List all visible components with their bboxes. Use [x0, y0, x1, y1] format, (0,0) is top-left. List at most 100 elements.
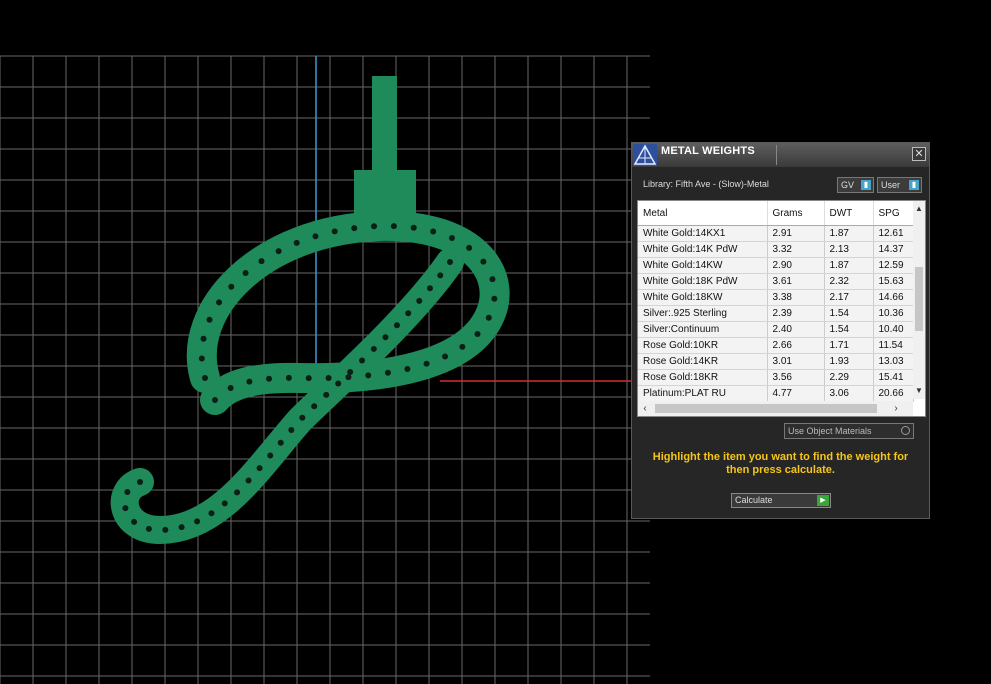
close-icon[interactable]: ✕ — [912, 147, 926, 161]
column-header[interactable]: Grams — [767, 201, 825, 226]
table-row[interactable]: Rose Gold:14KR 3.01 1.93 13.03 — [638, 353, 914, 370]
scroll-up-icon[interactable]: ▲ — [913, 203, 925, 215]
setting-dot — [384, 369, 391, 376]
setting-dot — [234, 489, 241, 496]
play-arrow-icon: ▶ — [817, 495, 829, 506]
table-cell: 14.37 — [873, 241, 914, 258]
setting-dot — [442, 353, 449, 360]
scroll-left-icon[interactable]: ‹ — [638, 401, 652, 416]
table-cell: 1.87 — [824, 225, 874, 242]
table-cell: 14.66 — [873, 289, 914, 306]
table-cell: 2.29 — [824, 369, 874, 386]
table-row[interactable]: White Gold:14KW 2.90 1.87 12.59 — [638, 257, 914, 274]
scroll-thumb[interactable] — [655, 404, 877, 413]
panel-title: METAL WEIGHTS — [661, 145, 755, 157]
user-dropdown[interactable]: User ▮ — [877, 177, 922, 193]
gv-dropdown[interactable]: GV ▮ — [837, 177, 874, 193]
setting-dot — [258, 258, 265, 265]
vertical-scrollbar[interactable]: ▲ ▼ — [913, 201, 925, 399]
pendant-bail-base — [354, 170, 416, 215]
table-cell: 2.13 — [824, 241, 874, 258]
setting-dot — [137, 479, 143, 485]
table-row[interactable]: Rose Gold:10KR 2.66 1.71 11.54 — [638, 337, 914, 354]
table-cell: 2.32 — [824, 273, 874, 290]
app-logo-icon — [633, 144, 657, 166]
table-row[interactable]: Silver:.925 Sterling 2.39 1.54 10.36 — [638, 305, 914, 322]
table-cell: 15.41 — [873, 369, 914, 386]
title-bar[interactable]: METAL WEIGHTS ✕ — [632, 143, 929, 167]
table-row[interactable]: White Gold:18K PdW 3.61 2.32 15.63 — [638, 273, 914, 290]
calculate-button[interactable]: Calculate ▶ — [731, 493, 831, 508]
setting-dot — [423, 360, 430, 367]
table-cell: 1.93 — [824, 353, 874, 370]
table-cell: Silver:Continuum — [638, 321, 768, 338]
setting-dot — [212, 397, 218, 403]
scroll-right-icon[interactable]: › — [889, 401, 903, 416]
setting-dot — [228, 283, 235, 290]
table-cell: 3.56 — [767, 369, 825, 386]
table-cell: 1.87 — [824, 257, 874, 274]
metal-weights-table-container: Metal Grams DWT SPG White Gold:14KX1 2.91 1.8… — [637, 200, 926, 417]
title-divider — [776, 145, 777, 165]
setting-dot — [323, 391, 330, 398]
scroll-thumb[interactable] — [915, 267, 923, 331]
setting-dot — [200, 335, 207, 342]
pendant-bail — [372, 76, 397, 176]
table-cell: 20.66 — [873, 385, 914, 402]
setting-dot — [305, 375, 312, 382]
table-cell: 12.61 — [873, 225, 914, 242]
table-cell: Silver:.925 Sterling — [638, 305, 768, 322]
setting-dot — [256, 465, 263, 472]
setting-dot — [221, 500, 228, 507]
setting-dot — [410, 224, 417, 231]
table-cell: 2.66 — [767, 337, 825, 354]
table-cell: 1.54 — [824, 321, 874, 338]
table-row[interactable]: White Gold:14K PdW 3.32 2.13 14.37 — [638, 241, 914, 258]
metal-weights-table: Metal Grams DWT SPG White Gold:14KX1 2.91 1.8… — [638, 201, 914, 402]
metal-weights-panel: METAL WEIGHTS ✕ Library: Fifth Ave - (Sl… — [631, 142, 930, 519]
setting-dot — [489, 276, 496, 283]
table-cell: 2.40 — [767, 321, 825, 338]
column-header[interactable]: Metal — [638, 201, 768, 226]
use-object-materials-toggle[interactable]: Use Object Materials — [784, 423, 914, 439]
table-row[interactable]: White Gold:14KX1 2.91 1.87 12.61 — [638, 225, 914, 242]
radio-icon[interactable] — [901, 426, 910, 435]
scroll-down-icon[interactable]: ▼ — [913, 385, 925, 397]
setting-dot — [335, 380, 342, 387]
setting-dot — [299, 414, 306, 421]
setting-dot — [447, 259, 453, 265]
table-cell: 3.61 — [767, 273, 825, 290]
setting-dot — [437, 272, 444, 279]
setting-dot — [277, 439, 284, 446]
table-row[interactable]: Silver:Continuum 2.40 1.54 10.40 — [638, 321, 914, 338]
setting-dot — [122, 505, 129, 512]
setting-dot — [227, 384, 234, 391]
setting-dot — [288, 427, 295, 434]
setting-dot — [347, 369, 354, 376]
setting-dot — [242, 270, 249, 277]
setting-dot — [390, 223, 397, 230]
setting-dot — [198, 355, 205, 362]
setting-dot — [393, 322, 400, 329]
use-object-materials-label: Use Object Materials — [788, 426, 872, 436]
table-row[interactable]: White Gold:18KW 3.38 2.17 14.66 — [638, 289, 914, 306]
setting-dot — [480, 258, 487, 265]
table-row[interactable]: Rose Gold:18KR 3.56 2.29 15.41 — [638, 369, 914, 386]
table-cell: 3.01 — [767, 353, 825, 370]
horizontal-scrollbar[interactable]: ‹ › — [638, 401, 913, 416]
table-cell: White Gold:14KX1 — [638, 225, 768, 242]
table-cell: 13.03 — [873, 353, 914, 370]
table-cell: 2.90 — [767, 257, 825, 274]
table-cell: 2.39 — [767, 305, 825, 322]
setting-dot — [459, 343, 466, 350]
column-header[interactable]: SPG — [873, 201, 914, 226]
setting-dot — [485, 314, 492, 321]
table-cell: 12.59 — [873, 257, 914, 274]
column-header[interactable]: DWT — [824, 201, 874, 226]
setting-dot — [216, 299, 223, 306]
table-cell: 2.17 — [824, 289, 874, 306]
table-header-row: Metal Grams DWT SPG — [638, 201, 914, 226]
setting-dot — [162, 526, 169, 533]
setting-dot — [466, 244, 473, 251]
table-row[interactable]: Platinum:PLAT RU 4.77 3.06 20.66 — [638, 385, 914, 402]
